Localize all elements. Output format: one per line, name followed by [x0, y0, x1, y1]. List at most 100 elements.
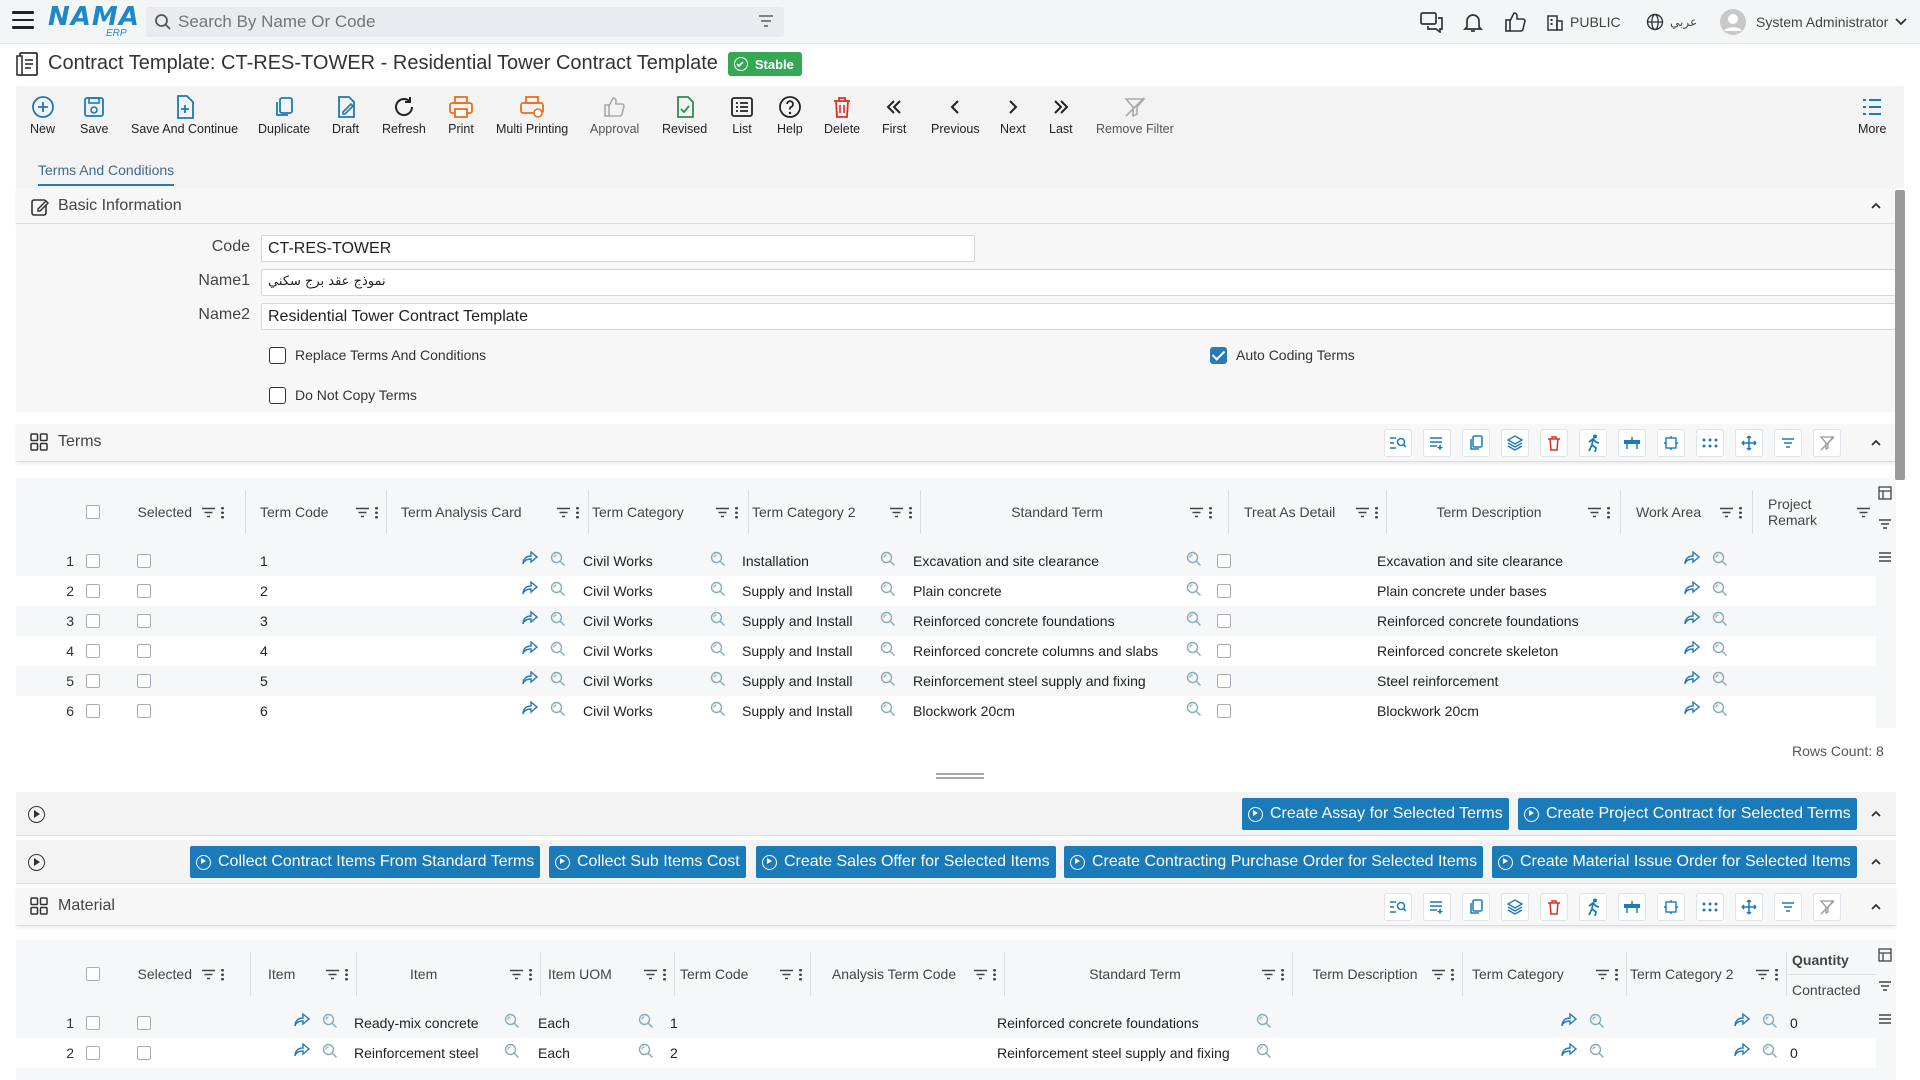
standard-term-cell[interactable]: Reinforcement steel supply and fixing [997, 1045, 1230, 1061]
lookup-search-icon[interactable] [550, 581, 566, 597]
select-all-checkbox[interactable] [86, 967, 100, 981]
fit-tool[interactable] [1657, 893, 1685, 921]
column-menu-icon[interactable] [735, 505, 738, 519]
col-contracted[interactable]: Contracted [1792, 982, 1860, 998]
filter-tool[interactable] [1774, 429, 1802, 457]
save-button[interactable]: Save [80, 92, 109, 136]
terms-header[interactable]: Terms [16, 424, 1896, 462]
page-scrollbar[interactable] [1895, 190, 1905, 480]
revised-button[interactable]: Revised [662, 92, 707, 136]
create-assay-button[interactable]: Create Assay for Selected Terms [1242, 798, 1509, 830]
column-tool[interactable] [1618, 429, 1646, 457]
lookup-search-icon[interactable] [710, 641, 726, 657]
standard-term-cell[interactable]: Reinforcement steel supply and fixing [913, 673, 1146, 689]
filter-icon[interactable] [758, 14, 774, 28]
lookup-search-icon[interactable] [880, 611, 896, 627]
layers-tool[interactable] [1501, 893, 1529, 921]
column-menu-icon[interactable] [221, 505, 224, 519]
term-category-2-cell[interactable]: Supply and Install [742, 643, 853, 659]
filter-icon[interactable] [557, 507, 570, 518]
new-button[interactable]: New [30, 92, 55, 136]
lookup-search-icon[interactable] [1762, 1043, 1778, 1059]
treat-as-detail-checkbox[interactable] [1217, 584, 1231, 598]
grid-settings-icon[interactable] [1878, 948, 1892, 962]
share-icon[interactable] [294, 1012, 311, 1027]
lookup-search-icon[interactable] [710, 701, 726, 717]
share-icon[interactable] [1734, 1012, 1751, 1027]
lookup-search-icon[interactable] [880, 641, 896, 657]
share-icon[interactable] [1684, 550, 1701, 565]
term-category-2-cell[interactable]: Supply and Install [742, 583, 853, 599]
treat-as-detail-checkbox[interactable] [1217, 554, 1231, 568]
share-icon[interactable] [294, 1042, 311, 1057]
col-term-category-2[interactable]: Term Category 2 [752, 478, 918, 546]
replace-terms-checkbox[interactable] [269, 347, 286, 364]
term-category-2-cell[interactable]: Supply and Install [742, 613, 853, 629]
save-and-continue-button[interactable]: Save And Continue [131, 92, 238, 136]
filter-icon[interactable] [1596, 969, 1609, 980]
lookup-search-icon[interactable] [1712, 581, 1728, 597]
avatar[interactable] [1720, 9, 1746, 35]
quantity-cell[interactable]: 0 [1790, 1045, 1798, 1061]
refresh-button[interactable]: Refresh [382, 92, 426, 136]
lookup-search-icon[interactable] [1256, 1043, 1272, 1059]
term-code-cell[interactable]: 5 [260, 673, 268, 689]
app-logo[interactable]: NAMA ERP [48, 4, 139, 39]
lookup-search-icon[interactable] [1186, 641, 1202, 657]
column-menu-icon[interactable] [1375, 505, 1378, 519]
filter-icon[interactable] [716, 507, 729, 518]
layers-tool[interactable] [1501, 429, 1529, 457]
col-standard-term[interactable]: Standard Term [924, 478, 1218, 546]
term-description-cell[interactable]: Blockwork 20cm [1377, 703, 1479, 719]
term-category-2-cell[interactable]: Supply and Install [742, 673, 853, 689]
standard-term-cell[interactable]: Reinforced concrete foundations [997, 1015, 1199, 1031]
column-menu-icon[interactable] [1607, 505, 1610, 519]
grid-settings-icon[interactable] [1878, 486, 1892, 500]
lookup-search-icon[interactable] [1712, 671, 1728, 687]
lookup-search-icon[interactable] [880, 551, 896, 567]
table-row[interactable]: 6 6 Civil Works Supply and Install Block… [16, 696, 1876, 726]
treat-as-detail-checkbox[interactable] [1217, 704, 1231, 718]
standard-term-cell[interactable]: Reinforced concrete foundations [913, 613, 1115, 629]
filter-icon[interactable] [1756, 969, 1769, 980]
move-tool[interactable] [1735, 893, 1763, 921]
table-row[interactable]: 1 1 Civil Works Installation Excavation … [16, 546, 1876, 576]
add-row-tool[interactable] [1423, 429, 1451, 457]
lookup-search-icon[interactable] [1256, 1013, 1272, 1029]
zoom-search-tool[interactable] [1384, 893, 1412, 921]
share-icon[interactable] [1684, 640, 1701, 655]
lookup-search-icon[interactable] [550, 641, 566, 657]
table-row[interactable]: 2 Reinforcement steel Each 2 Reinforceme… [16, 1038, 1876, 1068]
lookup-search-icon[interactable] [710, 671, 726, 687]
lookup-search-icon[interactable] [1712, 701, 1728, 717]
collapse-icon[interactable] [1870, 200, 1882, 212]
column-menu-icon[interactable] [345, 967, 348, 981]
lookup-search-icon[interactable] [880, 671, 896, 687]
treat-as-detail-checkbox[interactable] [1217, 614, 1231, 628]
create-material-issue-button[interactable]: Create Material Issue Order for Selected… [1492, 846, 1857, 878]
term-description-cell[interactable]: Reinforced concrete foundations [1377, 613, 1579, 629]
col-term-analysis-card[interactable]: Term Analysis Card [401, 478, 585, 546]
term-description-cell[interactable]: Reinforced concrete skeleton [1377, 643, 1558, 659]
selected-checkbox[interactable] [137, 1046, 151, 1060]
duplicate-button[interactable]: Duplicate [258, 92, 310, 136]
menu-icon[interactable] [12, 11, 34, 31]
table-row[interactable]: 4 4 Civil Works Supply and Install Reinf… [16, 636, 1876, 666]
dots-tool[interactable] [1696, 429, 1724, 457]
first-button[interactable]: First [882, 92, 906, 136]
col-project-remark[interactable]: Project Remark [1768, 478, 1876, 546]
term-code-cell[interactable]: 2 [260, 583, 268, 599]
tab-terms-and-conditions[interactable]: Terms And Conditions [38, 162, 175, 186]
treat-as-detail-checkbox[interactable] [1217, 644, 1231, 658]
chevron-down-icon[interactable] [1894, 17, 1908, 27]
create-contracting-po-button[interactable]: Create Contracting Purchase Order for Se… [1064, 846, 1484, 878]
lookup-search-icon[interactable] [710, 551, 726, 567]
term-category-cell[interactable]: Civil Works [583, 553, 653, 569]
create-sales-offer-button[interactable]: Create Sales Offer for Selected Items [756, 846, 1056, 878]
share-icon[interactable] [1684, 580, 1701, 595]
col-quantity[interactable]: Quantity [1792, 952, 1849, 968]
notification-bell-icon[interactable] [1462, 11, 1484, 33]
lookup-search-icon[interactable] [322, 1043, 338, 1059]
splitter-handle[interactable] [936, 773, 984, 779]
filter-icon[interactable] [510, 969, 523, 980]
